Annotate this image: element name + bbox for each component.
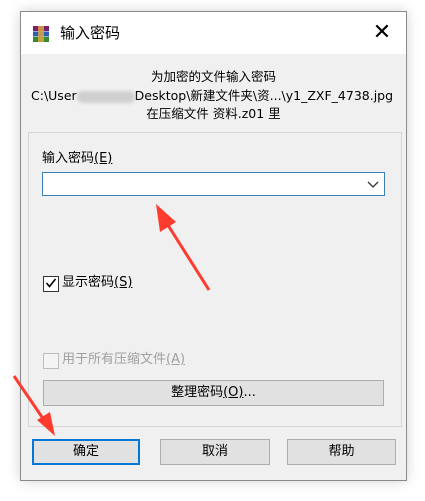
annotation-arrow-up <box>156 204 211 291</box>
annotation-arrow-down <box>12 375 55 436</box>
annotation-arrows <box>12 204 211 436</box>
